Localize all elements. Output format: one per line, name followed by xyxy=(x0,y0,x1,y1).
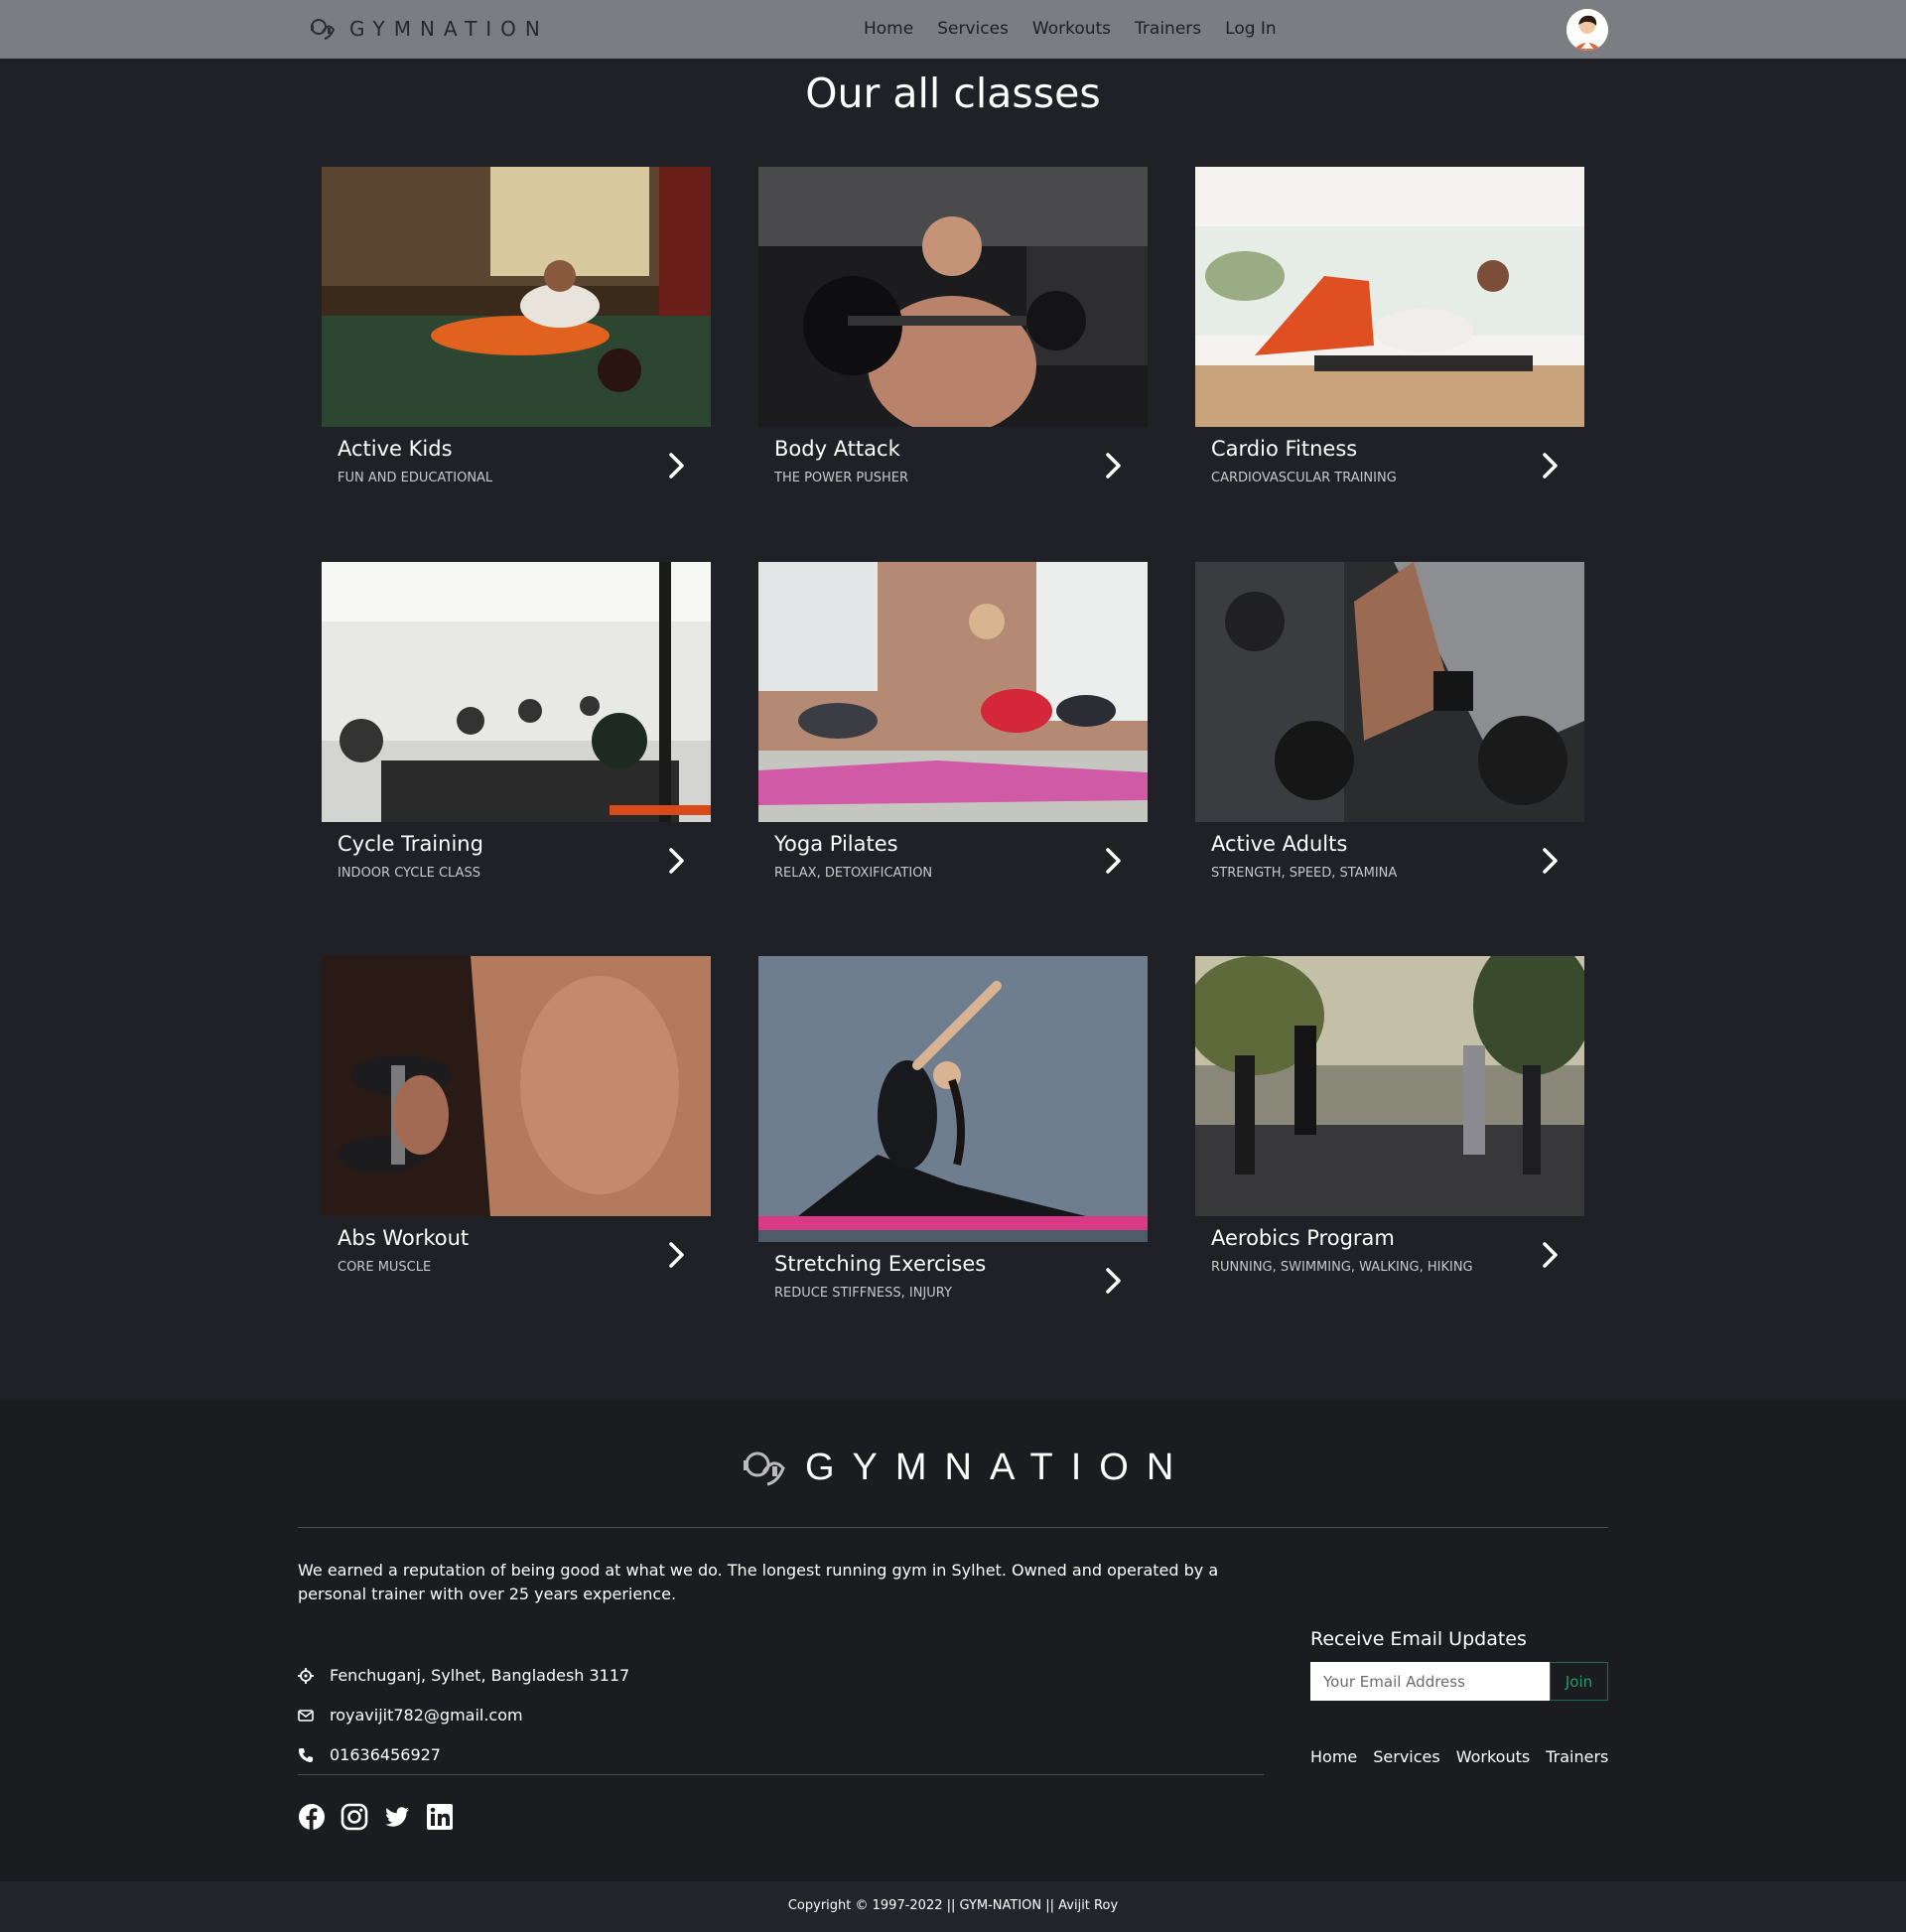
class-image-body-attack xyxy=(758,167,1148,427)
nav-workouts[interactable]: Workouts xyxy=(1032,19,1111,39)
social-links xyxy=(298,1803,454,1831)
address-text: Fenchuganj, Sylhet, Bangladesh 3117 xyxy=(330,1666,630,1685)
class-subtitle: STRENGTH, SPEED, STAMINA xyxy=(1211,866,1398,881)
facebook-icon[interactable] xyxy=(298,1803,326,1831)
class-subtitle: THE POWER PUSHER xyxy=(774,471,908,485)
footer-divider xyxy=(298,1774,1264,1775)
footer-nav-trainers[interactable]: Trainers xyxy=(1546,1747,1608,1766)
class-info: Aerobics Program RUNNING, SWIMMING, WALK… xyxy=(1195,1216,1584,1306)
nav-home[interactable]: Home xyxy=(864,19,913,39)
chevron-right-icon[interactable] xyxy=(1100,1266,1126,1296)
class-info: Cycle Training INDOOR CYCLE CLASS xyxy=(322,822,711,911)
chevron-right-icon[interactable] xyxy=(1537,451,1563,481)
contact-email[interactable]: royavijit782@gmail.com xyxy=(298,1706,523,1725)
class-title: Cycle Training xyxy=(338,832,483,856)
chevron-right-icon[interactable] xyxy=(663,1240,689,1270)
class-subtitle: FUN AND EDUCATIONAL xyxy=(338,471,493,485)
classes-grid: Active Kids FUN AND EDUCATIONAL Body Att… xyxy=(322,167,1584,1338)
chevron-right-icon[interactable] xyxy=(1100,451,1126,481)
nav-services[interactable]: Services xyxy=(937,19,1009,39)
contact-phone[interactable]: 01636456927 xyxy=(298,1745,441,1764)
class-subtitle: CORE MUSCLE xyxy=(338,1260,432,1275)
class-subtitle: CARDIOVASCULAR TRAINING xyxy=(1211,471,1397,485)
class-image-cardio-fitness xyxy=(1195,167,1584,427)
class-subtitle: INDOOR CYCLE CLASS xyxy=(338,866,480,881)
chevron-right-icon[interactable] xyxy=(663,846,689,876)
instagram-icon[interactable] xyxy=(340,1803,368,1831)
avatar[interactable] xyxy=(1566,9,1608,51)
chevron-right-icon[interactable] xyxy=(1100,846,1126,876)
contact-address: Fenchuganj, Sylhet, Bangladesh 3117 xyxy=(298,1666,629,1685)
page-title: Our all classes xyxy=(805,69,1101,117)
class-subtitle: RUNNING, SWIMMING, WALKING, HIKING xyxy=(1211,1260,1473,1275)
copyright-text: Copyright © 1997-2022 || GYM-NATION || A… xyxy=(787,1898,1119,1913)
nav-login[interactable]: Log In xyxy=(1225,19,1277,39)
class-info: Active Adults STRENGTH, SPEED, STAMINA xyxy=(1195,822,1584,911)
class-info: Abs Workout CORE MUSCLE xyxy=(322,1216,711,1306)
class-info: Cardio Fitness CARDIOVASCULAR TRAINING xyxy=(1195,427,1584,516)
class-image-abs-workout xyxy=(322,956,711,1216)
chevron-right-icon[interactable] xyxy=(1537,846,1563,876)
chevron-right-icon[interactable] xyxy=(663,451,689,481)
footer-nav-workouts[interactable]: Workouts xyxy=(1456,1747,1530,1766)
footer-nav: Home Services Workouts Trainers xyxy=(1310,1747,1608,1766)
footer-brand-logo[interactable]: GYMNATION xyxy=(740,1440,1191,1495)
dumbbell-heart-icon xyxy=(311,19,336,40)
class-title: Active Adults xyxy=(1211,832,1348,856)
class-title: Yoga Pilates xyxy=(774,832,898,856)
user-avatar-icon xyxy=(1566,9,1608,51)
navbar: GYMNATION Home Services Workouts Trainer… xyxy=(0,0,1906,59)
envelope-icon xyxy=(298,1709,314,1722)
footer-nav-home[interactable]: Home xyxy=(1310,1747,1357,1766)
footer-nav-services[interactable]: Services xyxy=(1373,1747,1439,1766)
class-info: Yoga Pilates RELAX, DETOXIFICATION xyxy=(758,822,1148,911)
class-info: Stretching Exercises REDUCE STIFFNESS, I… xyxy=(758,1242,1148,1331)
nav-trainers[interactable]: Trainers xyxy=(1135,19,1201,39)
join-button[interactable]: Join xyxy=(1550,1662,1608,1701)
email-text: royavijit782@gmail.com xyxy=(330,1706,523,1725)
linkedin-icon[interactable] xyxy=(426,1803,454,1831)
class-image-aerobics-program xyxy=(1195,956,1584,1216)
newsletter-title: Receive Email Updates xyxy=(1310,1628,1527,1650)
footer: GYMNATION We earned a reputation of bein… xyxy=(0,1400,1906,1881)
class-title: Stretching Exercises xyxy=(774,1252,987,1276)
phone-text: 01636456927 xyxy=(330,1745,441,1764)
class-info: Body Attack THE POWER PUSHER xyxy=(758,427,1148,516)
class-title: Body Attack xyxy=(774,437,900,461)
newsletter-form: Join xyxy=(1310,1662,1608,1701)
phone-icon xyxy=(299,1747,313,1762)
class-title: Aerobics Program xyxy=(1211,1226,1395,1250)
class-image-yoga-pilates xyxy=(758,562,1148,822)
chevron-right-icon[interactable] xyxy=(1537,1240,1563,1270)
dumbbell-heart-icon xyxy=(744,1451,785,1486)
class-title: Active Kids xyxy=(338,437,453,461)
brand-logo[interactable]: GYMNATION xyxy=(308,14,549,44)
class-subtitle: REDUCE STIFFNESS, INJURY xyxy=(774,1286,952,1301)
footer-brand-name: GYMNATION xyxy=(805,1446,1192,1488)
class-image-stretching-exercises xyxy=(758,956,1148,1242)
footer-divider xyxy=(298,1527,1608,1528)
crosshair-icon xyxy=(298,1667,314,1684)
class-subtitle: RELAX, DETOXIFICATION xyxy=(774,866,933,881)
class-title: Abs Workout xyxy=(338,1226,470,1250)
brand-name: GYMNATION xyxy=(349,17,549,41)
main-nav: Home Services Workouts Trainers Log In xyxy=(864,19,1277,39)
copyright-bar: Copyright © 1997-2022 || GYM-NATION || A… xyxy=(0,1881,1906,1932)
class-image-cycle-training xyxy=(322,562,711,822)
class-title: Cardio Fitness xyxy=(1211,437,1358,461)
footer-about-text: We earned a reputation of being good at … xyxy=(298,1561,1219,1603)
twitter-icon[interactable] xyxy=(383,1803,411,1831)
class-image-active-kids xyxy=(322,167,711,427)
class-image-active-adults xyxy=(1195,562,1584,822)
class-info: Active Kids FUN AND EDUCATIONAL xyxy=(322,427,711,516)
newsletter-email-input[interactable] xyxy=(1310,1662,1550,1701)
